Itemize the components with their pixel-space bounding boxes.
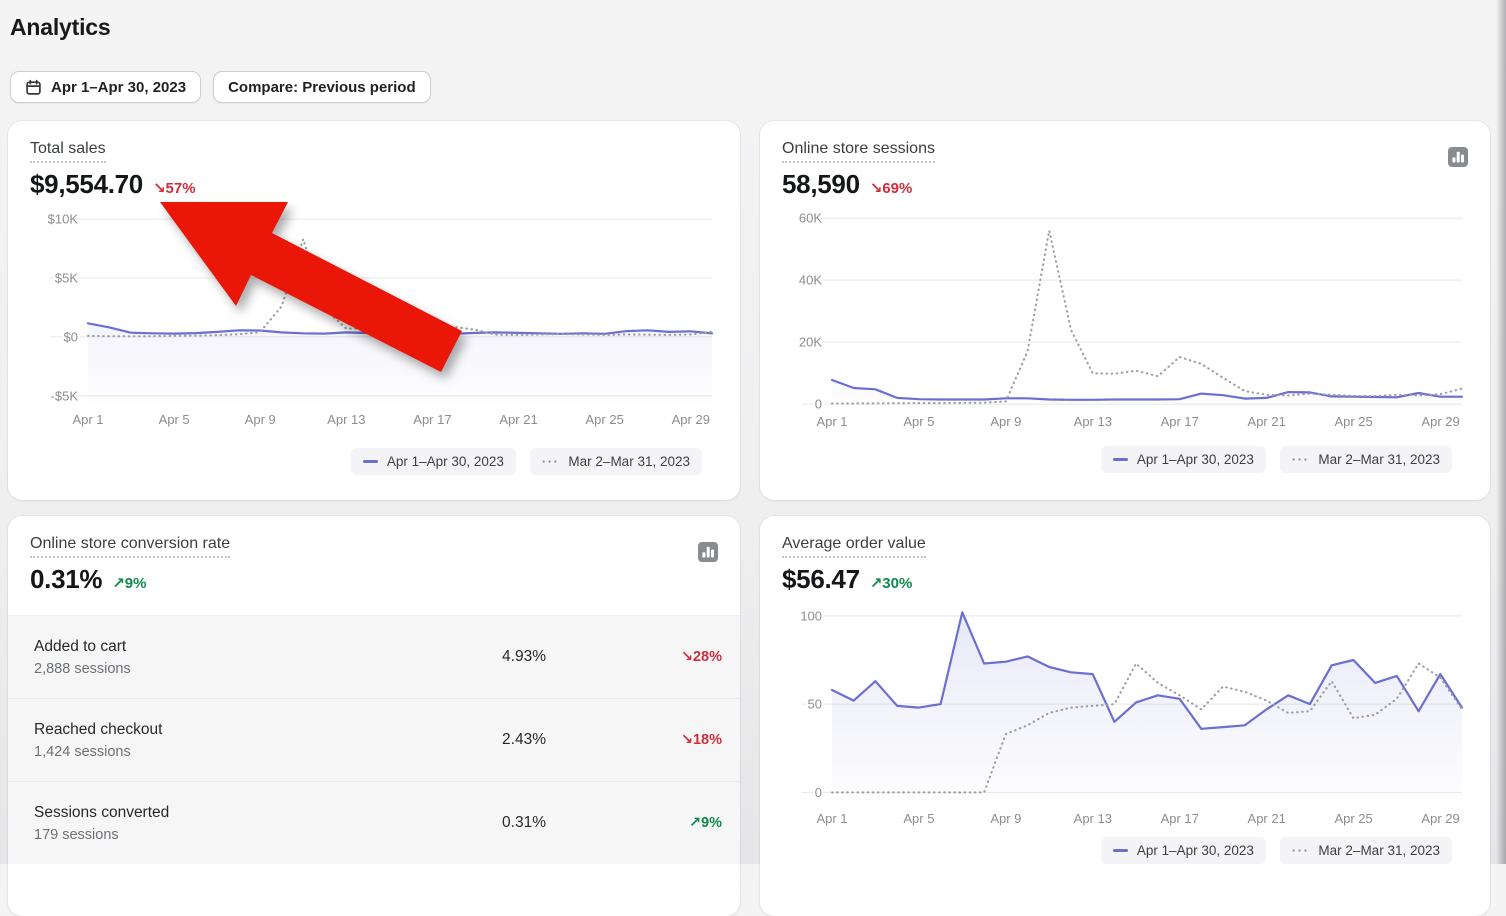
legend-current-chip: Apr 1–Apr 30, 2023 [350,448,516,475]
legend-previous-chip: ··· Mar 2–Mar 31, 2023 [1279,837,1452,864]
total-sales-legend: Apr 1–Apr 30, 2023 ··· Mar 2–Mar 31, 2023 [8,448,740,475]
svg-text:$0: $0 [64,329,78,344]
svg-text:40K: 40K [799,273,822,288]
svg-text:Apr 17: Apr 17 [413,412,451,427]
conversion-row-sessions: 1,424 sessions [34,743,131,760]
svg-text:100: 100 [800,608,822,623]
sessions-value: 58,590 [782,169,860,199]
conversion-row-label: Added to cart [34,637,127,655]
aov-delta: ↗30% [869,575,913,592]
svg-text:Apr 21: Apr 21 [1248,414,1286,429]
dotted-line-swatch-icon: ··· [541,453,560,469]
conversion-card: Online store conversion rate 0.31% ↗9% A… [8,516,740,916]
svg-text:$5K: $5K [55,270,78,285]
dotted-line-swatch-icon: ··· [1291,451,1310,467]
svg-text:Apr 1: Apr 1 [816,414,847,429]
total-sales-card: Total sales $9,554.70 ↘57% $10K $5K $0 -$5K… [8,121,740,500]
legend-previous-chip: ··· Mar 2–Mar 31, 2023 [1279,446,1452,473]
date-range-label: Apr 1–Apr 30, 2023 [51,78,187,96]
legend-previous-chip: ··· Mar 2–Mar 31, 2023 [529,448,702,475]
sessions-title[interactable]: Online store sessions [782,139,935,163]
svg-text:60K: 60K [799,211,822,226]
aov-card: Average order value $56.47 ↗30% 100 50 0 Ap… [760,516,1490,916]
conversion-title[interactable]: Online store conversion rate [30,534,231,558]
date-range-button[interactable]: Apr 1–Apr 30, 2023 [10,71,202,103]
svg-text:20K: 20K [799,335,822,350]
toolbar: Apr 1–Apr 30, 2023 Compare: Previous per… [10,71,431,103]
conversion-row-value: 0.31% [502,814,546,831]
bar-chart-icon[interactable] [1448,147,1468,167]
conversion-value: 0.31% [30,564,103,594]
dotted-line-swatch-icon: ··· [1291,842,1310,858]
conversion-row[interactable]: Sessions converted 179 sessions 0.31% ↗9… [8,781,740,864]
total-sales-value: $9,554.70 [30,169,143,199]
sessions-chart: 60K 40K 20K 0 Apr 1 Apr 5 Apr 9 Apr 13 Apr 17 Apr… [776,204,1490,434]
solid-line-swatch-icon [1112,849,1128,852]
legend-current-chip: Apr 1–Apr 30, 2023 [1100,837,1266,864]
svg-text:Apr 29: Apr 29 [1421,811,1459,826]
svg-text:Apr 17: Apr 17 [1161,414,1199,429]
conversion-row-delta: ↘18% [680,732,722,748]
conversion-row[interactable]: Added to cart 2,888 sessions 4.93% ↘28% [8,615,740,698]
conversion-delta: ↗9% [112,575,147,592]
conversion-row-delta: ↘28% [680,649,722,665]
svg-text:-$5K: -$5K [51,388,79,403]
conversion-row-sessions: 179 sessions [34,826,119,843]
solid-line-swatch-icon [1112,458,1128,461]
svg-text:Apr 9: Apr 9 [990,414,1021,429]
svg-text:0: 0 [815,397,822,412]
conversion-funnel-rows: Added to cart 2,888 sessions 4.93% ↘28% … [8,615,740,864]
svg-text:Apr 5: Apr 5 [903,811,934,826]
svg-text:Apr 25: Apr 25 [1334,811,1372,826]
conversion-row-value: 4.93% [502,648,546,665]
aov-value: $56.47 [782,564,860,594]
compare-label: Compare: Previous period [228,78,416,96]
bar-chart-icon[interactable] [698,542,718,562]
total-sales-chart: $10K $5K $0 -$5K Apr 1 Apr 5 Apr 9 Apr 13 Apr 17… [24,204,740,432]
conversion-row-sessions: 2,888 sessions [34,660,131,677]
svg-text:Apr 13: Apr 13 [1074,811,1112,826]
solid-line-swatch-icon [362,460,378,463]
aov-legend: Apr 1–Apr 30, 2023 ··· Mar 2–Mar 31, 2023 [760,837,1490,864]
svg-text:Apr 21: Apr 21 [499,412,537,427]
conversion-row-value: 2.43% [502,731,546,748]
aov-chart: 100 50 0 Apr 1 Apr 5 Apr 9 Apr 13 Apr 17 Apr 21 A… [776,599,1490,831]
conversion-row-delta: ↗9% [688,815,722,831]
conversion-row[interactable]: Reached checkout 1,424 sessions 2.43% ↘1… [8,698,740,781]
svg-text:0: 0 [815,785,822,800]
legend-current-chip: Apr 1–Apr 30, 2023 [1100,446,1266,473]
svg-text:Apr 5: Apr 5 [159,412,190,427]
conversion-row-label: Reached checkout [34,720,163,738]
svg-text:Apr 13: Apr 13 [1074,414,1112,429]
svg-text:Apr 9: Apr 9 [990,811,1021,826]
svg-text:Apr 21: Apr 21 [1248,811,1286,826]
svg-text:Apr 29: Apr 29 [672,412,710,427]
sessions-legend: Apr 1–Apr 30, 2023 ··· Mar 2–Mar 31, 2023 [760,446,1490,473]
conversion-row-label: Sessions converted [34,803,170,821]
page-title: Analytics [10,14,111,40]
aov-title[interactable]: Average order value [782,534,926,558]
svg-text:Apr 5: Apr 5 [903,414,934,429]
total-sales-delta: ↘57% [152,180,196,197]
svg-text:Apr 17: Apr 17 [1161,811,1199,826]
svg-text:Apr 25: Apr 25 [1334,414,1372,429]
svg-text:Apr 29: Apr 29 [1421,414,1459,429]
sessions-card: Online store sessions 58,590 ↘69% 60K 40K… [760,121,1490,500]
svg-text:$10K: $10K [48,212,79,227]
calendar-icon [25,79,42,96]
screen-edge-shade [1496,0,1506,864]
svg-text:Apr 13: Apr 13 [327,412,365,427]
svg-text:Apr 25: Apr 25 [586,412,624,427]
sessions-delta: ↘69% [869,180,913,197]
compare-button[interactable]: Compare: Previous period [213,71,431,103]
total-sales-title[interactable]: Total sales [30,139,106,163]
svg-text:Apr 9: Apr 9 [245,412,276,427]
svg-text:Apr 1: Apr 1 [72,412,103,427]
svg-text:50: 50 [808,697,822,712]
svg-text:Apr 1: Apr 1 [816,811,847,826]
